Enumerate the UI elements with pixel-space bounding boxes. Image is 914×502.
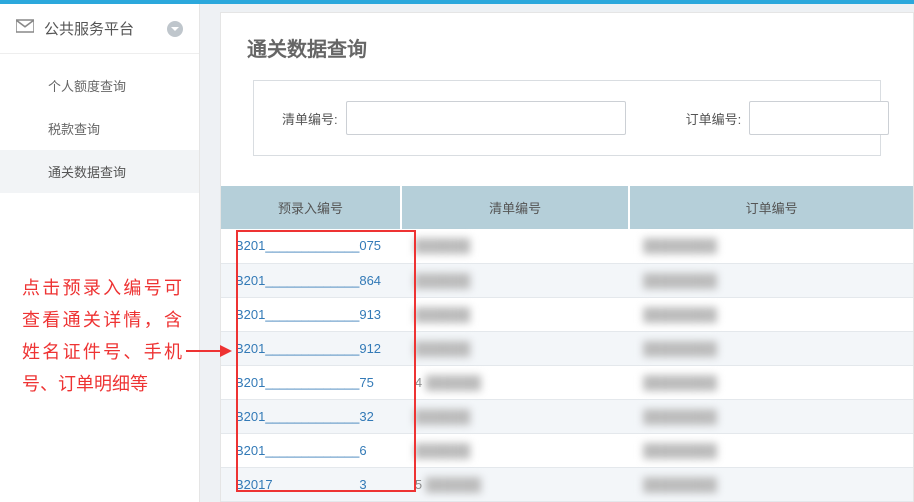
- cell-list-no: 4 ██████: [401, 365, 629, 399]
- cell-order-no: ████████: [629, 263, 913, 297]
- annotation-text: 点击预录入编号可查看通关详情，含姓名证件号、手机号、订单明细等: [22, 272, 182, 400]
- arrow-icon: [186, 342, 232, 365]
- col-pre-entry-no: 预录入编号: [221, 186, 401, 229]
- pre-entry-link[interactable]: B201_____________912: [221, 331, 401, 365]
- pre-entry-link[interactable]: B201_____________6: [221, 433, 401, 467]
- table-row: B201_____________913 ██████████████: [221, 297, 913, 331]
- sidebar: 公共服务平台 个人额度查询 税款查询 通关数据查询: [0, 4, 200, 502]
- filter-order-no-label: 订单编号:: [686, 109, 742, 128]
- cell-list-no: ██████: [401, 297, 629, 331]
- pre-entry-link[interactable]: B201_____________864: [221, 263, 401, 297]
- filter-list-no: 清单编号:: [282, 101, 626, 135]
- cell-order-no: ████████: [629, 365, 913, 399]
- pre-entry-link[interactable]: B2017____________3: [221, 467, 401, 501]
- cell-list-no: ██████: [401, 331, 629, 365]
- cell-list-no: ██████: [401, 399, 629, 433]
- cell-order-no: ████████: [629, 467, 913, 501]
- sidebar-item-quota[interactable]: 个人额度查询: [0, 64, 199, 107]
- panel: 通关数据查询 清单编号: 订单编号: 预录入编号 清单编号: [220, 12, 914, 502]
- table-row: B201_____________6 ██████████████: [221, 433, 913, 467]
- table-row: B201_____________32 ██████████████: [221, 399, 913, 433]
- chevron-down-icon: [167, 21, 183, 37]
- pre-entry-link[interactable]: B201_____________075: [221, 229, 401, 263]
- search-box: 清单编号: 订单编号:: [253, 80, 881, 156]
- cell-order-no: ████████: [629, 433, 913, 467]
- cell-list-no: ██████: [401, 229, 629, 263]
- sidebar-item-tax[interactable]: 税款查询: [0, 107, 199, 150]
- cell-order-no: ████████: [629, 399, 913, 433]
- col-order-no: 订单编号: [629, 186, 913, 229]
- col-list-no: 清单编号: [401, 186, 629, 229]
- filter-order-no: 订单编号:: [686, 101, 890, 135]
- sidebar-nav: 个人额度查询 税款查询 通关数据查询: [0, 54, 199, 203]
- sidebar-item-customs[interactable]: 通关数据查询: [0, 150, 199, 193]
- table-row: B201_____________754 ██████████████: [221, 365, 913, 399]
- envelope-icon: [16, 19, 34, 38]
- cell-list-no: 5 ██████: [401, 467, 629, 501]
- cell-list-no: ██████: [401, 263, 629, 297]
- table-row: B201_____________075 ██████████████: [221, 229, 913, 263]
- filter-order-no-input[interactable]: [749, 101, 889, 135]
- table-row: B201_____________912 ██████████████: [221, 331, 913, 365]
- table-row: B201_____________864 ██████████████: [221, 263, 913, 297]
- cell-order-no: ████████: [629, 229, 913, 263]
- pre-entry-link[interactable]: B201_____________32: [221, 399, 401, 433]
- cell-list-no: ██████: [401, 433, 629, 467]
- table-row: B2017____________35 ██████████████: [221, 467, 913, 501]
- sidebar-header[interactable]: 公共服务平台: [0, 4, 199, 54]
- page-title: 通关数据查询: [221, 13, 913, 80]
- results-table: 预录入编号 清单编号 订单编号 B201_____________075 ███…: [221, 186, 913, 502]
- cell-order-no: ████████: [629, 297, 913, 331]
- filter-list-no-label: 清单编号:: [282, 109, 338, 128]
- sidebar-title: 公共服务平台: [44, 18, 167, 39]
- cell-order-no: ████████: [629, 331, 913, 365]
- pre-entry-link[interactable]: B201_____________913: [221, 297, 401, 331]
- content: 通关数据查询 清单编号: 订单编号: 预录入编号 清单编号: [200, 4, 914, 502]
- pre-entry-link[interactable]: B201_____________75: [221, 365, 401, 399]
- filter-list-no-input[interactable]: [346, 101, 626, 135]
